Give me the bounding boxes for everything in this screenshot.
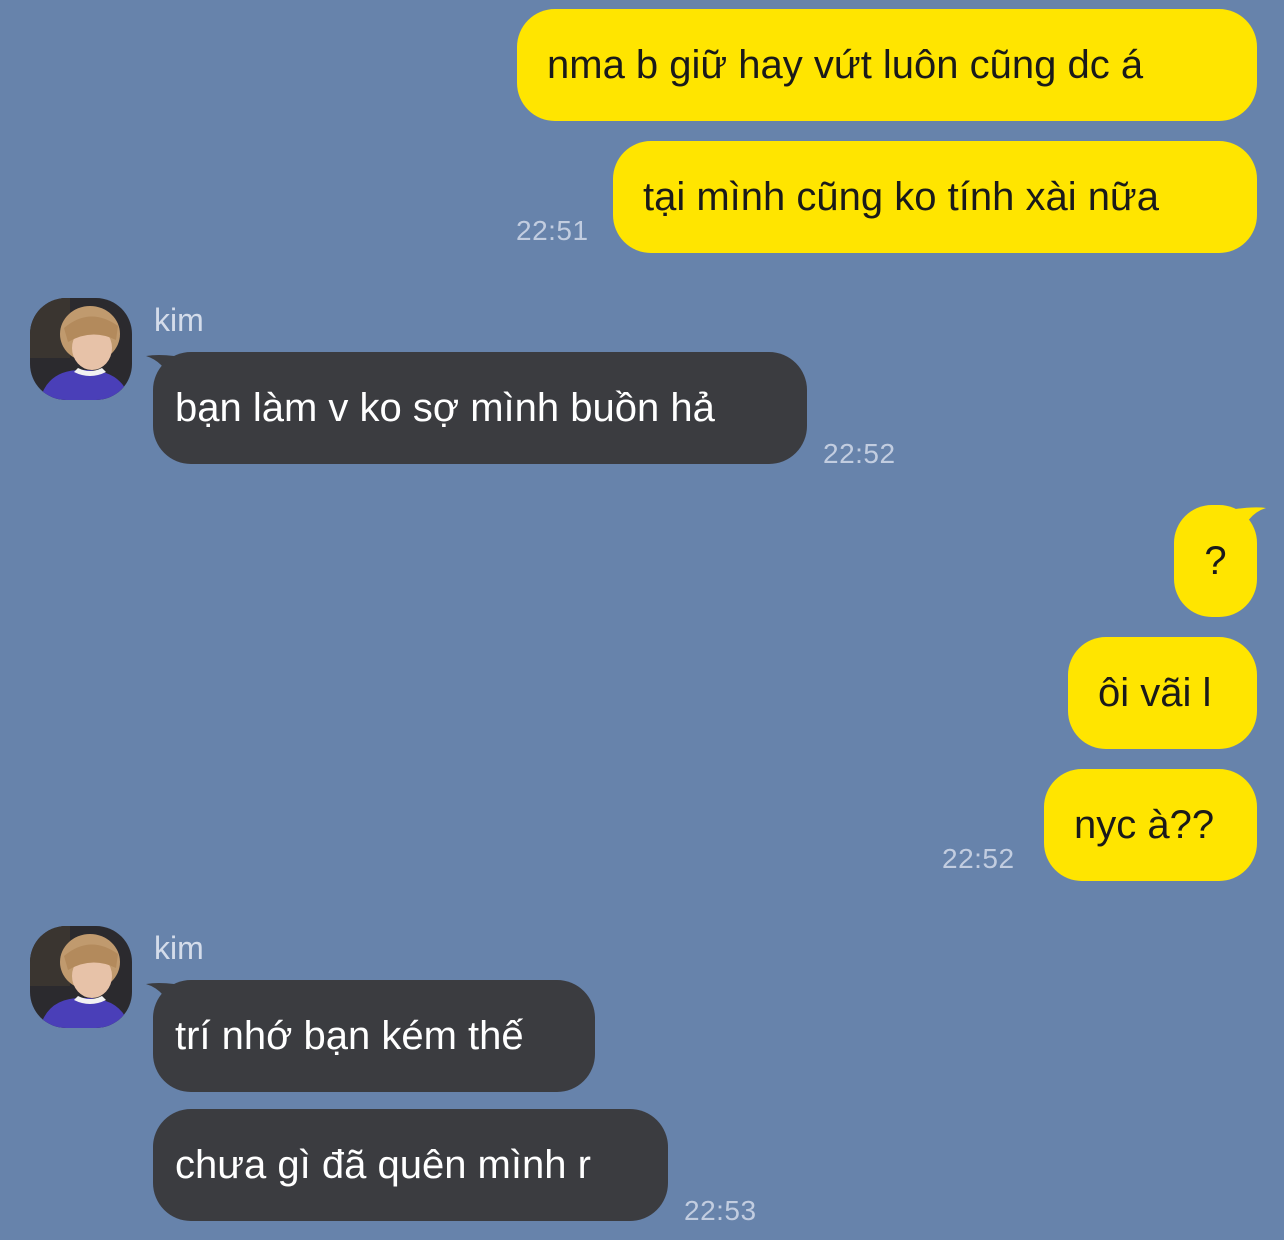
message-text: trí nhớ bạn kém thế bbox=[175, 1014, 524, 1058]
incoming-message-bubble[interactable]: trí nhớ bạn kém thế bbox=[153, 980, 595, 1092]
outgoing-message-bubble[interactable]: ? bbox=[1174, 505, 1257, 617]
avatar[interactable] bbox=[30, 926, 132, 1028]
message-text: nma b giữ hay vứt luôn cũng dc á bbox=[547, 43, 1144, 87]
message-timestamp: 22:52 bbox=[942, 843, 1015, 874]
outgoing-message-bubble[interactable]: nma b giữ hay vứt luôn cũng dc á bbox=[517, 9, 1257, 121]
outgoing-message-bubble[interactable]: tại mình cũng ko tính xài nữa bbox=[613, 141, 1257, 253]
chat-thread[interactable]: nma b giữ hay vứt luôn cũng dc á tại mìn… bbox=[0, 0, 1284, 1240]
profile-photo-icon bbox=[30, 298, 132, 400]
message-text: chưa gì đã quên mình r bbox=[175, 1143, 591, 1187]
message-timestamp: 22:51 bbox=[516, 215, 589, 246]
message-timestamp: 22:53 bbox=[684, 1195, 757, 1226]
outgoing-message-bubble[interactable]: nyc à?? bbox=[1044, 769, 1257, 881]
incoming-message-bubble[interactable]: bạn làm v ko sợ mình buồn hả bbox=[153, 352, 807, 464]
message-text: tại mình cũng ko tính xài nữa bbox=[643, 175, 1159, 219]
sender-name: kim bbox=[154, 930, 204, 966]
message-text: ? bbox=[1204, 539, 1227, 583]
message-text: bạn làm v ko sợ mình buồn hả bbox=[175, 386, 715, 430]
avatar[interactable] bbox=[30, 298, 132, 400]
outgoing-message-bubble[interactable]: ôi vãi l bbox=[1068, 637, 1257, 749]
message-text: nyc à?? bbox=[1074, 803, 1215, 847]
message-text: ôi vãi l bbox=[1098, 671, 1212, 715]
incoming-message-bubble[interactable]: chưa gì đã quên mình r bbox=[153, 1109, 668, 1221]
profile-photo-icon bbox=[30, 926, 132, 1028]
sender-name: kim bbox=[154, 302, 204, 338]
message-timestamp: 22:52 bbox=[823, 438, 896, 469]
